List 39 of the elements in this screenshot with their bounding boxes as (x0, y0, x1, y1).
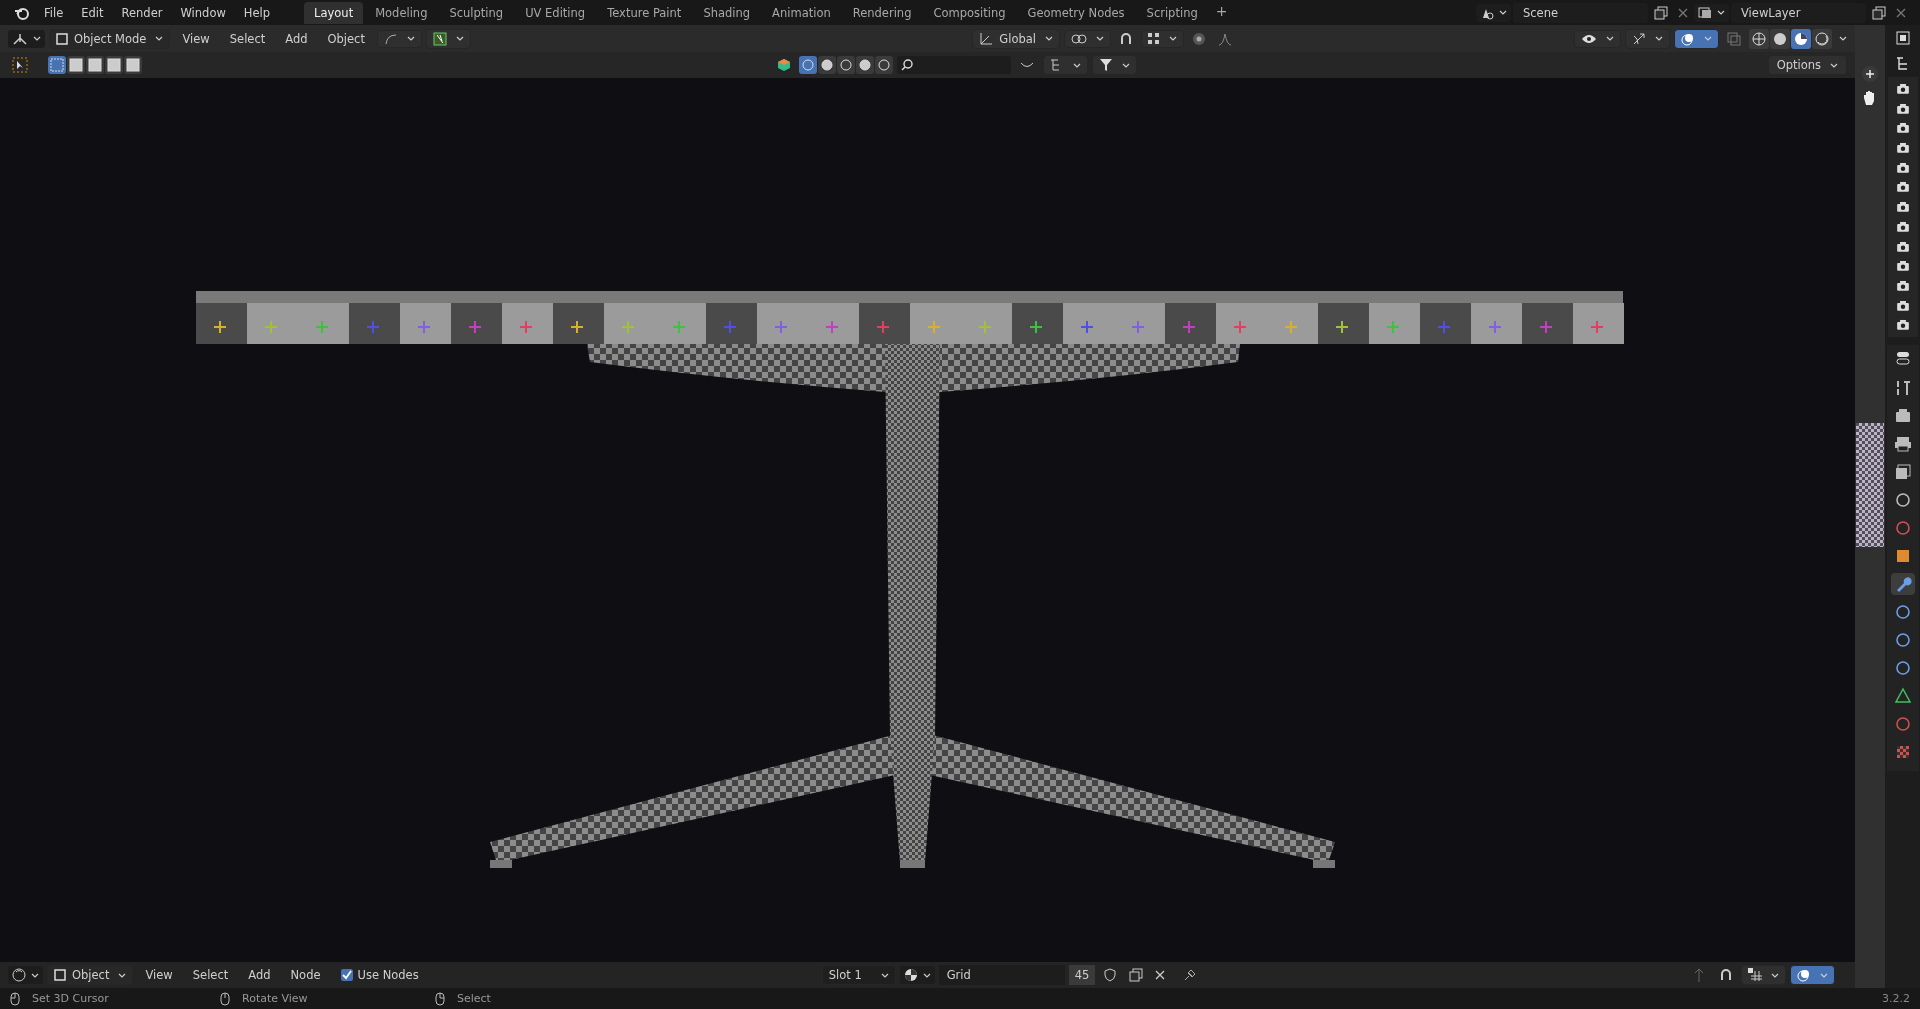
material-name-field[interactable]: Grid (938, 965, 1065, 985)
shader-type-dropdown[interactable]: Object (47, 965, 134, 985)
menu-item[interactable]: Edit (73, 2, 112, 23)
menu-item[interactable]: Add (240, 965, 279, 985)
workspace-tab[interactable]: Animation (762, 1, 841, 24)
menu-item[interactable]: Help (235, 2, 279, 23)
menu-item[interactable]: Object (319, 28, 373, 49)
workspace-tab[interactable]: Geometry Nodes (1017, 1, 1135, 24)
menu-item[interactable]: View (137, 965, 181, 985)
workspace-tab[interactable]: Compositing (923, 1, 1016, 24)
workspace-tab[interactable]: Rendering (842, 1, 922, 24)
menu-item[interactable]: Select (221, 28, 274, 49)
menu-item[interactable]: Node (282, 965, 329, 985)
scene-field[interactable]: Scene (1513, 2, 1648, 23)
slot-dropdown[interactable]: Slot 1 (821, 965, 896, 985)
workspace-tab[interactable]: Scripting (1136, 1, 1208, 24)
workspace-tab[interactable]: Modeling (365, 1, 438, 24)
mode-dropdown[interactable]: Object Mode (49, 28, 171, 49)
menu-item[interactable]: Window (172, 2, 234, 23)
menu-item[interactable]: Render (113, 2, 171, 23)
use-nodes-checkbox[interactable]: Use Nodes (340, 968, 419, 982)
menu-item[interactable]: Add (277, 28, 316, 49)
workspace-tab[interactable]: Layout (304, 1, 364, 24)
menu-item[interactable]: Select (184, 965, 237, 985)
orientation-dropdown[interactable]: Global (972, 28, 1060, 49)
menu-item[interactable]: File (36, 2, 72, 23)
user-count[interactable]: 45 (1068, 965, 1096, 985)
status-hint: Select (457, 992, 491, 1005)
workspace-tab[interactable]: Texture Paint (597, 1, 692, 24)
status-hint: Set 3D Cursor (32, 992, 109, 1005)
menu-item[interactable]: View (174, 28, 218, 49)
view-layer-field[interactable]: ViewLayer (1731, 2, 1866, 23)
version-label: 3.2.2 (1882, 992, 1910, 1005)
workspace-tab[interactable]: UV Editing (515, 1, 596, 24)
workspace-tab[interactable]: Shading (693, 1, 761, 24)
workspace-tab[interactable]: Sculpting (439, 1, 514, 24)
options-dropdown[interactable]: Options (1767, 55, 1847, 75)
add-workspace-button[interactable]: + (1209, 1, 1234, 24)
status-hint: Rotate View (242, 992, 308, 1005)
